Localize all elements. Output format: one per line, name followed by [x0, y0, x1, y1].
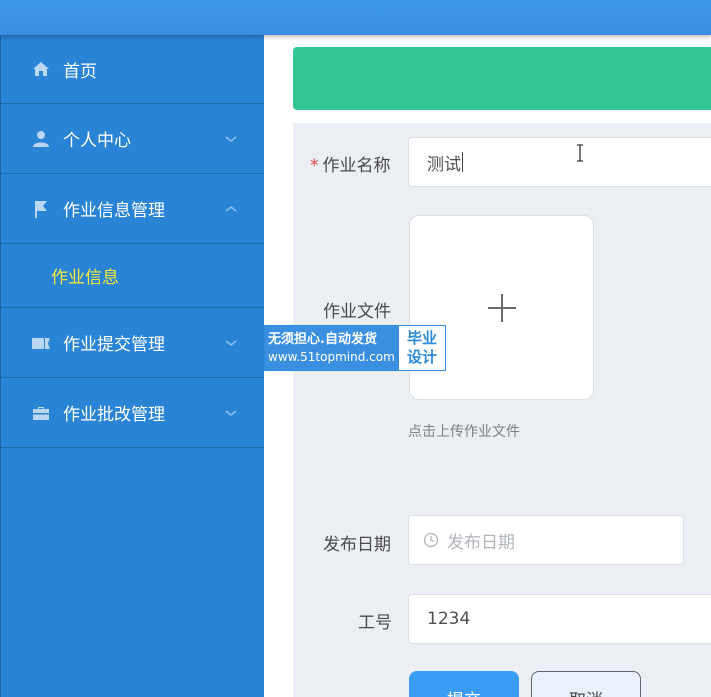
- homework-name-input[interactable]: 测试: [408, 137, 711, 187]
- watermark-line-2: www.51topmind.com: [268, 350, 395, 364]
- sidebar-item-homework-info-management[interactable]: 作业信息管理: [1, 174, 264, 244]
- staff-id-input[interactable]: 1234: [408, 594, 711, 644]
- chevron-up-icon: [225, 205, 237, 212]
- clock-icon: [423, 532, 439, 548]
- sidebar-item-homework-grading-management[interactable]: 作业批改管理: [1, 378, 264, 448]
- chevron-down-icon: [225, 409, 237, 416]
- watermark-right-1: 毕业: [406, 329, 437, 347]
- header-banner: [293, 47, 711, 110]
- sidebar-item-label: 作业信息管理: [63, 201, 165, 221]
- homework-file-label: 作业文件: [323, 302, 391, 322]
- upload-hint: 点击上传作业文件: [408, 424, 520, 440]
- briefcase-icon: [31, 403, 51, 423]
- required-mark: *: [310, 156, 319, 176]
- sidebar-item-homework-submission-management[interactable]: 作业提交管理: [1, 308, 264, 378]
- home-icon: [31, 59, 51, 79]
- watermark-line-1: 无须担心.自动发货: [268, 332, 377, 347]
- sidebar-item-personal-center[interactable]: 个人中心: [1, 104, 264, 174]
- sidebar-item-label: 作业提交管理: [63, 335, 165, 355]
- homework-name-label: * 作业名称: [310, 156, 391, 176]
- watermark-right-2: 设计: [406, 348, 437, 366]
- ticket-icon: [31, 333, 51, 353]
- homework-form: * 作业名称 测试 作业文件 点击上传作业文件 发布日期 发布日期 工号 123…: [293, 123, 711, 697]
- sidebar-item-label: 作业批改管理: [63, 405, 165, 425]
- sidebar-subitem-label: 作业信息: [51, 268, 119, 288]
- sidebar-item-label: 个人中心: [63, 131, 131, 151]
- staff-id-label: 工号: [358, 613, 392, 633]
- sidebar-item-label: 首页: [63, 61, 97, 82]
- submit-button[interactable]: 提交: [409, 671, 519, 697]
- publish-date-label: 发布日期: [323, 535, 391, 555]
- flag-icon: [31, 199, 51, 219]
- date-placeholder: 发布日期: [447, 532, 515, 553]
- plus-icon: [487, 293, 516, 322]
- top-bar: [0, 0, 711, 35]
- file-upload-box[interactable]: [409, 215, 594, 400]
- sidebar-item-home[interactable]: 首页: [1, 35, 264, 104]
- cancel-button[interactable]: 取消: [531, 671, 641, 697]
- text-cursor-icon: [577, 144, 583, 162]
- sidebar-subitem-homework-info[interactable]: 作业信息: [1, 244, 264, 308]
- watermark-badge: 无须担心.自动发货 www.51topmind.com 毕业 设计: [264, 325, 446, 371]
- chevron-down-icon: [225, 339, 237, 346]
- chevron-down-icon: [225, 135, 237, 142]
- user-icon: [31, 129, 51, 149]
- sidebar: 首页 个人中心 作业信息管理 作业信息 作业提交管理 作业批改管理: [0, 35, 264, 697]
- text-caret: [462, 152, 463, 172]
- publish-date-picker[interactable]: 发布日期: [408, 515, 684, 565]
